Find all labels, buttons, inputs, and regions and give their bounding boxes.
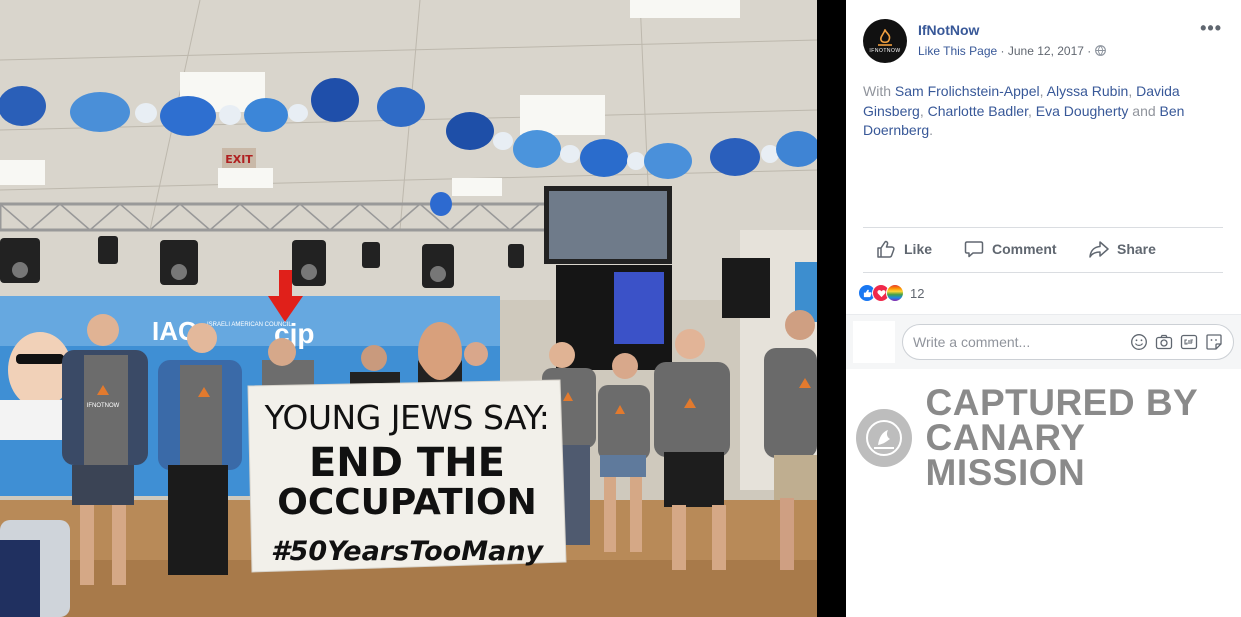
tag-separator: ,: [1028, 102, 1032, 119]
reaction-count[interactable]: 12: [910, 286, 924, 301]
exit-sign: EXIT: [225, 153, 253, 166]
tag-separator: ,: [919, 102, 924, 119]
gif-icon[interactable]: [1180, 333, 1198, 351]
globe-icon[interactable]: [1094, 45, 1106, 56]
page-avatar[interactable]: IFNOTNOW: [863, 19, 907, 63]
comment-input[interactable]: Write a comment...: [902, 324, 1234, 360]
more-options-icon[interactable]: •••: [1200, 18, 1222, 39]
like-button[interactable]: Like: [876, 240, 932, 258]
share-button[interactable]: Share: [1089, 240, 1156, 258]
tagged-person-link[interactable]: Sam Frolichstein-Appel: [895, 83, 1040, 99]
banner-line-4: #50YearsTooMany: [270, 536, 544, 567]
post-panel: IFNOTNOW IfNotNow Like This Page · June …: [846, 0, 1241, 617]
thumbs-up-icon: [877, 240, 895, 258]
tag-period: .: [929, 122, 934, 138]
reactions-summary[interactable]: 12: [858, 284, 924, 302]
meta-separator-2: ·: [1087, 44, 1092, 58]
post-actions: Like Comment Share: [863, 227, 1223, 273]
with-prefix: With: [863, 83, 891, 99]
tag-and: and: [1132, 102, 1156, 119]
share-label: Share: [1117, 241, 1156, 257]
share-arrow-icon: [1089, 241, 1109, 258]
pride-reaction-icon: [886, 284, 904, 302]
like-page-link[interactable]: Like This Page: [918, 44, 997, 58]
user-avatar: [853, 321, 895, 363]
comment-composer: Write a comment...: [846, 314, 1241, 369]
comment-button[interactable]: Comment: [964, 240, 1057, 258]
post-meta: Like This Page · June 12, 2017 ·: [918, 44, 1106, 58]
watermark-line-2: CANARY MISSION: [925, 417, 1086, 493]
banner-line-1: YOUNG JEWS SAY:: [264, 398, 550, 437]
emoji-icon[interactable]: [1130, 333, 1148, 351]
post-photo[interactable]: EXIT IAC ISRAELI AMERICAN COUNCIL cjp IF…: [0, 0, 817, 617]
watermark-line-1: CAPTURED BY: [925, 382, 1199, 423]
tagged-person-link[interactable]: Alyssa Rubin: [1047, 83, 1129, 99]
avatar-caption: IFNOTNOW: [869, 47, 901, 54]
like-label: Like: [904, 241, 933, 257]
comment-icon: [964, 241, 984, 258]
tag-separator: ,: [1039, 83, 1044, 99]
banner-line-3: OCCUPATION: [277, 482, 537, 523]
canary-bird-icon: [856, 408, 912, 467]
canary-mission-watermark: CAPTURED BY CANARY MISSION: [856, 382, 1241, 493]
tag-separator: ,: [1128, 83, 1133, 99]
sticker-icon[interactable]: [1205, 333, 1223, 351]
meta-separator: ·: [1000, 44, 1005, 58]
photo-divider: [817, 0, 846, 617]
camera-icon[interactable]: [1155, 333, 1173, 351]
comment-label: Comment: [992, 241, 1057, 257]
post-date[interactable]: June 12, 2017: [1008, 44, 1084, 58]
flame-logo-icon: [878, 28, 892, 46]
page-name-link[interactable]: IfNotNow: [918, 22, 979, 38]
shirt-text: IFNOTNOW: [87, 403, 120, 409]
photo-scene: EXIT IAC ISRAELI AMERICAN COUNCIL cjp IF…: [0, 0, 817, 617]
tagged-person-link[interactable]: Eva Dougherty: [1036, 103, 1129, 119]
comment-placeholder: Write a comment...: [913, 334, 1031, 350]
tagged-people: With Sam Frolichstein-Appel, Alyssa Rubi…: [863, 82, 1228, 141]
tagged-person-link[interactable]: Charlotte Badler: [928, 103, 1028, 119]
banner-line-2: END THE: [308, 440, 505, 486]
